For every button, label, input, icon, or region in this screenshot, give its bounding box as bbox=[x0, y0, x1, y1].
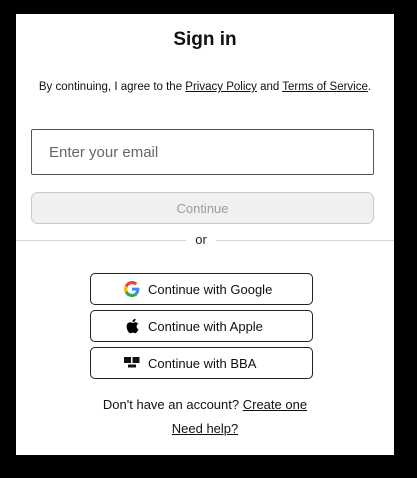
continue-button[interactable]: Continue bbox=[31, 192, 374, 224]
google-button-label: Continue with Google bbox=[148, 281, 273, 297]
create-account-link[interactable]: Create one bbox=[243, 397, 307, 412]
continue-with-bba-button[interactable]: Continue with BBA bbox=[90, 347, 313, 379]
consent-text: By continuing, I agree to the Privacy Po… bbox=[16, 81, 394, 93]
apple-icon bbox=[124, 318, 140, 334]
bba-button-label: Continue with BBA bbox=[148, 355, 257, 371]
help-row: Need help? bbox=[16, 421, 394, 436]
consent-middle: and bbox=[256, 81, 283, 93]
or-divider-text: or bbox=[195, 232, 207, 247]
consent-prefix: By continuing, I agree to the bbox=[38, 81, 186, 93]
signup-prompt: Don't have an account? Create one bbox=[16, 397, 394, 412]
consent-suffix: . bbox=[367, 81, 372, 93]
divider-line-left bbox=[16, 240, 186, 241]
terms-of-service-link[interactable]: Terms of Service bbox=[282, 81, 368, 93]
divider-line-right bbox=[216, 240, 394, 241]
email-input[interactable] bbox=[31, 129, 374, 175]
need-help-link[interactable]: Need help? bbox=[172, 421, 239, 436]
signup-prompt-text: Don't have an account? bbox=[102, 397, 243, 412]
privacy-policy-link[interactable]: Privacy Policy bbox=[185, 81, 257, 93]
bba-icon bbox=[124, 355, 140, 371]
sign-in-panel: Sign in By continuing, I agree to the Pr… bbox=[16, 14, 394, 455]
page-title: Sign in bbox=[173, 29, 237, 50]
apple-button-label: Continue with Apple bbox=[148, 318, 263, 334]
google-icon bbox=[124, 281, 140, 297]
continue-with-apple-button[interactable]: Continue with Apple bbox=[90, 310, 313, 342]
continue-with-google-button[interactable]: Continue with Google bbox=[90, 273, 313, 305]
